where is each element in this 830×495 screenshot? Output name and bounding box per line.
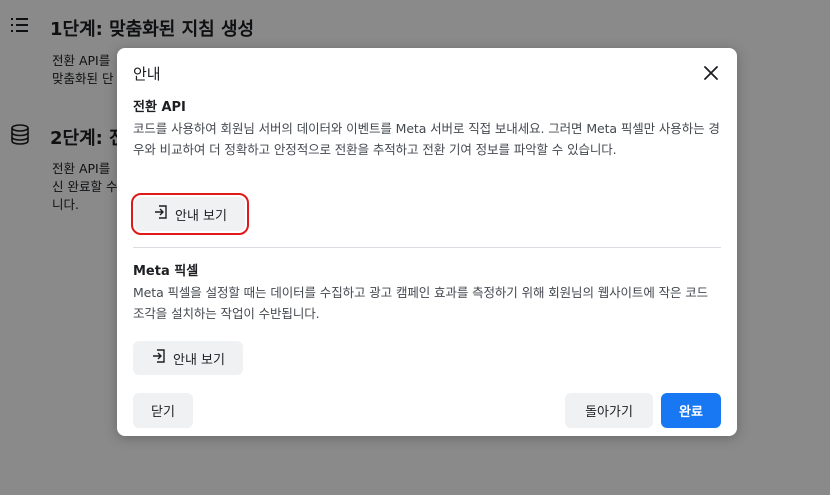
conversion-api-description: 코드를 사용하여 회원님 서버의 데이터와 이벤트를 Meta 서버로 직접 보… xyxy=(133,121,720,157)
dialog-title: 안내 xyxy=(133,65,161,83)
back-button[interactable]: 돌아가기 xyxy=(565,393,653,428)
close-icon xyxy=(704,65,718,84)
meta-pixel-guide-button[interactable]: 안내 보기 xyxy=(133,341,243,375)
section-divider xyxy=(133,247,721,248)
close-dialog-button[interactable] xyxy=(699,62,723,86)
conversion-api-title: 전환 API xyxy=(133,100,186,115)
login-arrow-icon xyxy=(151,348,167,368)
conversion-api-guide-label: 안내 보기 xyxy=(175,208,227,224)
meta-pixel-section: Meta 픽셀 Meta 픽셀을 설정할 때는 데이터를 수집하고 광고 캠페인… xyxy=(133,263,723,324)
login-arrow-icon xyxy=(153,204,169,224)
meta-pixel-description: Meta 픽셀을 설정할 때는 데이터를 수집하고 광고 캠페인 효과를 측정하… xyxy=(133,285,709,321)
meta-pixel-guide-label: 안내 보기 xyxy=(173,352,225,368)
done-button[interactable]: 완료 xyxy=(661,393,721,428)
conversion-api-section: 전환 API 코드를 사용하여 회원님 서버의 데이터와 이벤트를 Meta 서… xyxy=(133,99,723,160)
meta-pixel-title: Meta 픽셀 xyxy=(133,264,199,279)
conversion-api-guide-button[interactable]: 안내 보기 xyxy=(131,193,249,235)
close-button[interactable]: 닫기 xyxy=(133,393,193,428)
guide-dialog: 안내 전환 API 코드를 사용하여 회원님 서버의 데이터와 이벤트를 Met… xyxy=(117,48,737,436)
